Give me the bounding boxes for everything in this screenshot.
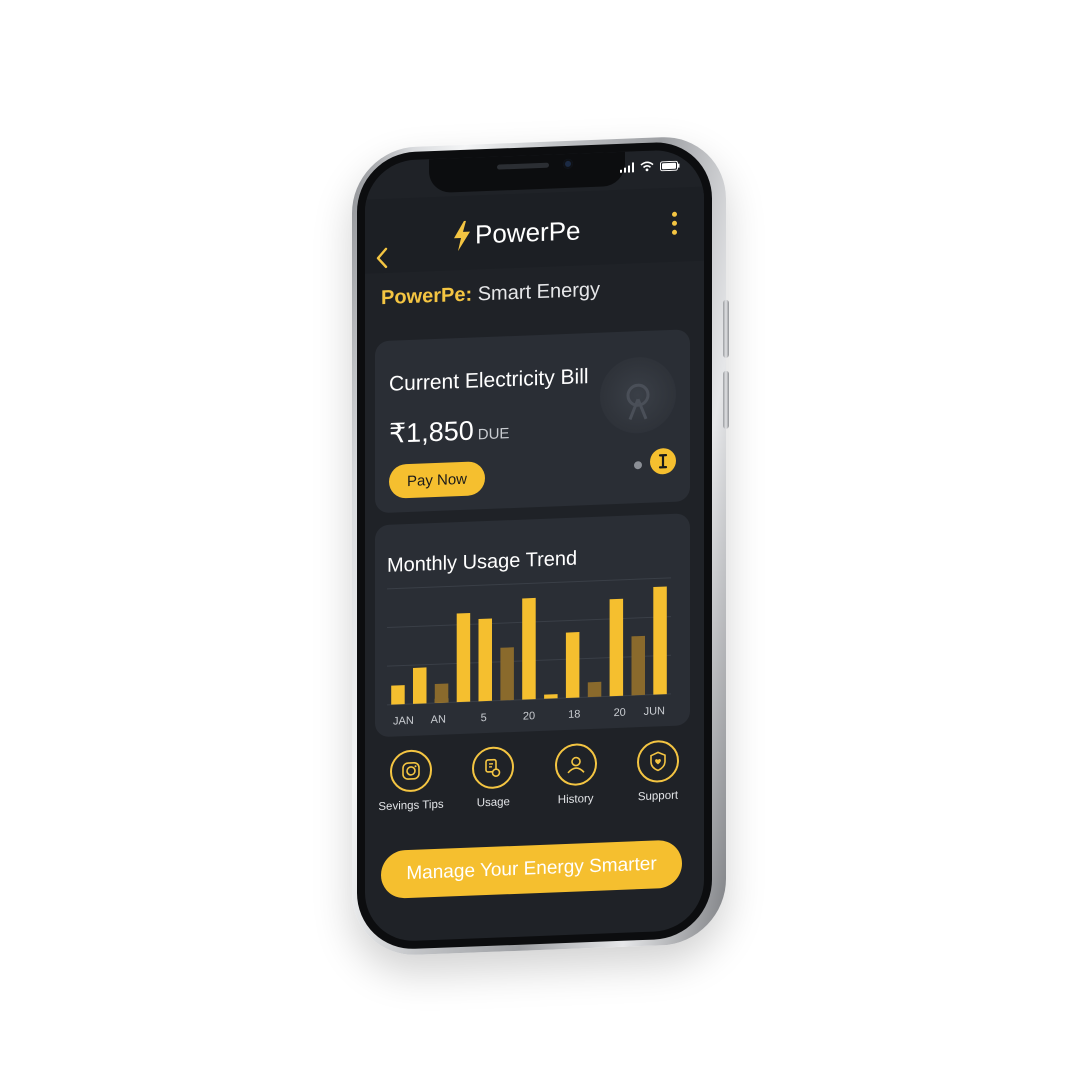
chart-bar — [587, 681, 602, 698]
wifi-icon — [640, 161, 654, 172]
chart-bar — [565, 632, 580, 698]
support-icon — [650, 751, 666, 772]
bill-amount: ₹1,850 DUE — [389, 414, 509, 450]
info-button[interactable] — [650, 447, 676, 475]
subtitle-text: Smart Energy — [472, 278, 600, 306]
app-header: PowerPe — [365, 186, 704, 277]
dot-icon — [672, 211, 677, 217]
history-icon-ring — [554, 742, 597, 787]
dot-icon — [672, 220, 677, 226]
chart-bar — [391, 685, 405, 705]
chevron-left-icon — [376, 247, 388, 269]
chart-gridline — [387, 577, 671, 590]
chart-tick-label: 18 — [568, 708, 580, 720]
usage-icon — [485, 758, 501, 777]
quick-actions: Sevings Tips Usage History Support — [371, 739, 698, 814]
lightning-bolt-icon — [454, 220, 470, 251]
status-bar — [620, 160, 680, 173]
bill-title: Current Electricity Bill — [389, 365, 589, 396]
support-icon-ring — [636, 739, 679, 784]
chart-tick-label: 20 — [523, 710, 535, 722]
chart-bar — [413, 667, 427, 704]
usage-icon-ring — [472, 745, 515, 790]
info-icon — [658, 454, 668, 469]
bill-due-label: DUE — [477, 425, 510, 444]
quick-action-history[interactable]: History — [536, 742, 616, 807]
manage-energy-button[interactable]: Manage Your Energy Smarter — [381, 839, 682, 900]
chart-bar — [500, 647, 514, 701]
chart-bar — [653, 586, 667, 695]
front-camera — [563, 158, 573, 170]
chart-tick-label: JUN — [644, 705, 665, 718]
usage-bar-chart: JAN AN 5 20 18 20 JUN — [387, 577, 671, 728]
chart-bar — [456, 613, 471, 703]
brand-logo: PowerPe — [453, 215, 581, 251]
chart-bar — [478, 618, 492, 702]
quick-action-label: Support — [637, 789, 679, 804]
quick-action-label: Usage — [476, 796, 510, 810]
bill-amount-value: ₹1,850 — [389, 415, 474, 449]
chart-bar — [631, 635, 645, 696]
chart-tick-label: 20 — [614, 707, 626, 719]
phone-device: PowerPe PowerPe: Smart Energy Current El… — [352, 134, 729, 958]
pager-dot — [634, 461, 642, 470]
history-icon — [567, 756, 585, 774]
back-button[interactable] — [375, 245, 389, 277]
bill-card: Current Electricity Bill ₹1,850 DUE Pay N… — [375, 329, 690, 514]
subtitle-accent: PowerPe: — [381, 283, 473, 310]
quick-action-label: Sevings Tips — [378, 798, 444, 814]
battery-icon — [660, 160, 680, 171]
notch — [429, 151, 625, 194]
savings-icon — [402, 761, 420, 780]
phone-screen: PowerPe PowerPe: Smart Energy Current El… — [365, 148, 704, 943]
more-menu-button[interactable] — [672, 211, 678, 239]
chart-bar — [522, 597, 536, 700]
usage-chart-card: Monthly Usage Trend JAN AN 5 20 18 20 JUN — [375, 513, 690, 738]
page-subtitle: PowerPe: Smart Energy — [381, 279, 600, 310]
chart-bar — [544, 694, 558, 699]
chart-title: Monthly Usage Trend — [387, 547, 578, 577]
quick-action-label: History — [557, 792, 594, 807]
chart-bar — [609, 598, 624, 697]
brand-name: PowerPe — [475, 215, 581, 250]
meter-graphic-icon — [600, 355, 676, 435]
quick-action-usage[interactable]: Usage — [453, 745, 533, 810]
dot-icon — [672, 229, 677, 235]
speaker — [497, 162, 549, 170]
pay-now-button[interactable]: Pay Now — [389, 461, 485, 499]
chart-bar — [434, 683, 449, 704]
phone-bezel: PowerPe PowerPe: Smart Energy Current El… — [357, 140, 712, 951]
chart-tick-label: 5 — [481, 712, 487, 724]
chart-tick-label: AN — [431, 714, 446, 727]
volume-up-button — [723, 299, 729, 358]
volume-down-button — [723, 370, 729, 429]
savings-icon-ring — [390, 749, 432, 793]
chart-tick-label: JAN — [393, 715, 414, 728]
quick-action-savings-tips[interactable]: Sevings Tips — [371, 748, 451, 813]
signal-icon — [620, 161, 634, 173]
quick-action-support[interactable]: Support — [618, 739, 698, 804]
